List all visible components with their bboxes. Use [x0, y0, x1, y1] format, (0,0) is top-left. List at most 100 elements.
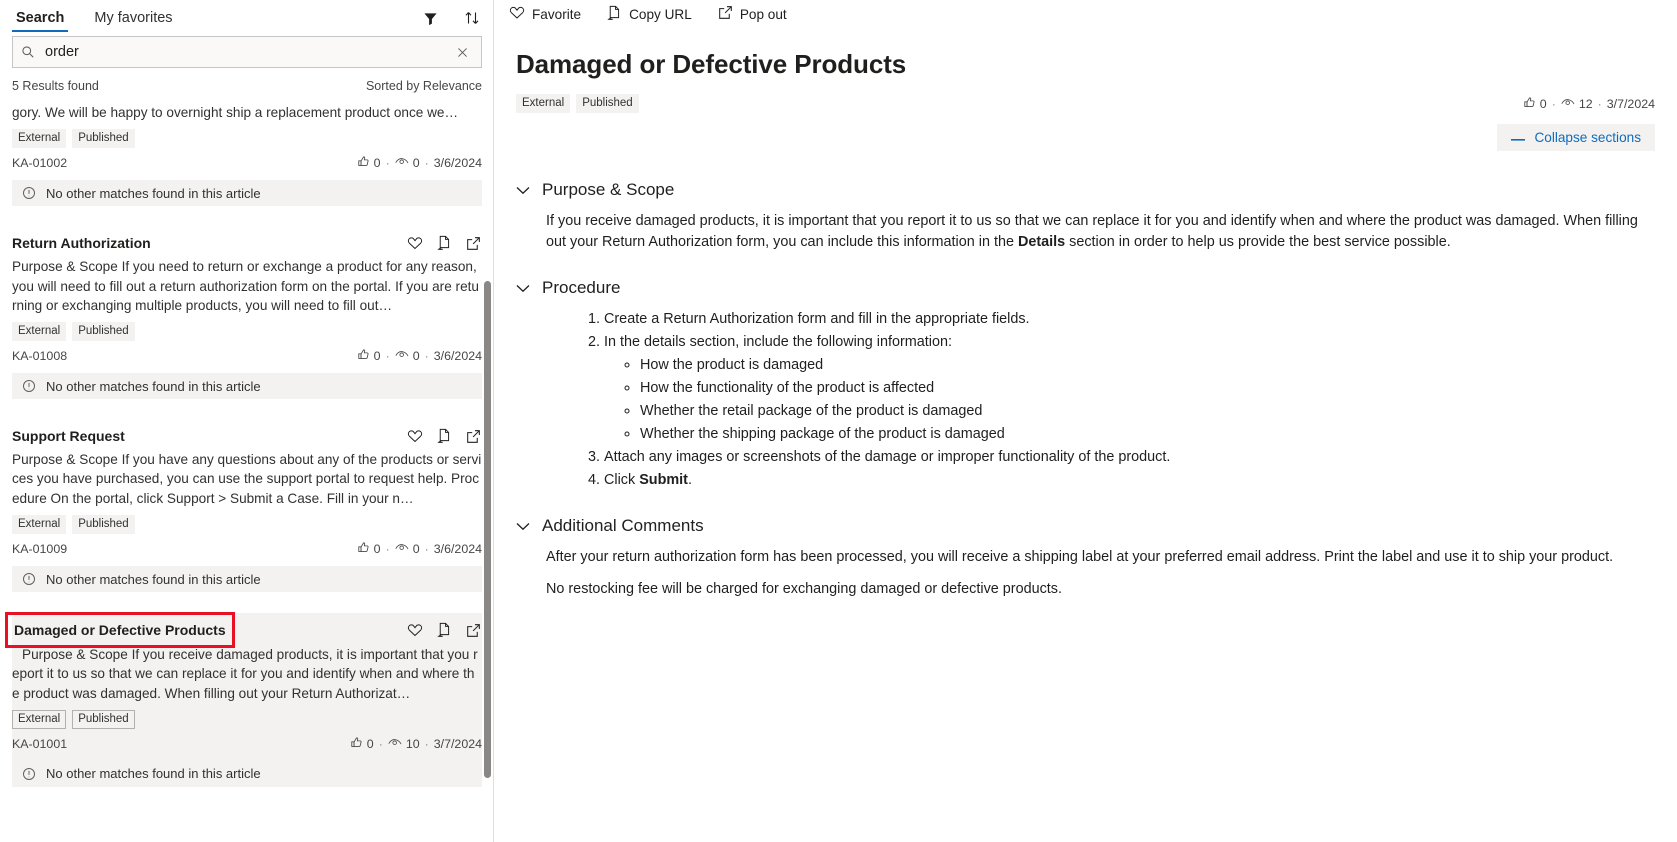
favorite-button[interactable]: Favorite [506, 3, 584, 25]
like-count: 0 [350, 736, 374, 752]
sort-order-label[interactable]: Sorted by Relevance [366, 79, 482, 93]
no-matches-label: No other matches found in this article [46, 571, 261, 587]
section-content: After your return authorization form has… [516, 547, 1655, 600]
article-stats: 0 · 12 · 3/7/2024 [1523, 94, 1655, 112]
tab-search-label: Search [16, 10, 65, 26]
copy-url-icon[interactable] [435, 234, 453, 252]
article-date: 3/7/2024 [1606, 97, 1655, 111]
view-count: 0 [395, 349, 420, 363]
no-matches-banner: No other matches found in this article [12, 373, 482, 400]
article-badges: External Published [516, 94, 639, 113]
like-count-value: 0 [373, 542, 381, 557]
result-date: 3/6/2024 [433, 156, 482, 171]
stat-separator: · [424, 156, 429, 171]
sort-icon[interactable] [462, 8, 482, 28]
section-header[interactable]: Purpose & Scope [516, 175, 1655, 205]
stat-separator: · [385, 156, 390, 171]
result-actions [406, 234, 482, 252]
view-count: 0 [395, 542, 420, 556]
status-badge: External [12, 322, 67, 342]
section-header[interactable]: Procedure [516, 273, 1655, 303]
view-count: 0 [395, 156, 420, 170]
close-icon[interactable] [451, 41, 473, 63]
section-additional-comments: Additional Comments After your return au… [516, 511, 1655, 600]
view-count-value: 10 [405, 736, 420, 751]
result-date: 3/7/2024 [433, 736, 482, 751]
status-badge: External [12, 709, 67, 729]
result-title[interactable]: Damaged or Defective Products [5, 612, 235, 649]
result-date: 3/6/2024 [433, 349, 482, 364]
pop-out-icon[interactable] [464, 234, 482, 252]
thumbs-up-icon [357, 155, 370, 171]
pop-out-icon[interactable] [464, 621, 482, 639]
result-title[interactable]: Support Request [12, 426, 125, 446]
section-content: If you receive damaged products, it is i… [516, 211, 1655, 253]
article-number: KA-01008 [12, 349, 68, 364]
no-matches-label: No other matches found in this article [46, 185, 261, 201]
filter-icon[interactable] [420, 8, 440, 28]
thumbs-up-icon [350, 736, 363, 752]
copy-url-icon[interactable] [435, 621, 453, 639]
left-pane-tabstrip: Search My favorites [0, 0, 494, 32]
results-list[interactable]: gory. We will be happy to overnight ship… [0, 99, 494, 842]
result-stats: 0 · 0 · 3/6/2024 [357, 541, 482, 557]
tab-search[interactable]: Search [12, 10, 69, 32]
list-item[interactable]: Return Authorization Purpose & Scope If … [12, 227, 482, 400]
article-number: KA-01002 [12, 156, 68, 171]
list-item: Create a Return Authorization form and f… [604, 309, 1655, 330]
minus-icon [1511, 130, 1526, 145]
eye-icon [395, 542, 409, 556]
list-item-selected[interactable]: Damaged or Defective Products Purpose & … [5, 612, 482, 787]
tab-my-favorites[interactable]: My favorites [90, 10, 176, 32]
result-footer: KA-01001 0 · 10 · 3/7/2024 [12, 736, 482, 752]
view-count: 10 [388, 737, 420, 751]
result-badges: External Published [12, 515, 482, 535]
like-count: 0 [357, 541, 381, 557]
list-item[interactable]: Support Request Purpose & Scope If you h… [12, 420, 482, 593]
copy-url-icon[interactable] [435, 427, 453, 445]
result-snippet: Purpose & Scope If you need to return or… [12, 259, 479, 313]
no-matches-banner: No other matches found in this article [12, 566, 482, 593]
section-header[interactable]: Additional Comments [516, 511, 1655, 541]
view-count: 12 [1561, 97, 1593, 111]
search-icon [21, 45, 35, 59]
tab-my-favorites-label: My favorites [94, 10, 173, 26]
heart-icon[interactable] [406, 234, 424, 252]
copy-url-button[interactable]: Copy URL [604, 3, 695, 26]
heart-icon[interactable] [406, 621, 424, 639]
stat-separator: · [424, 736, 429, 751]
article-number: KA-01009 [12, 542, 68, 557]
result-title[interactable]: Return Authorization [12, 233, 151, 253]
list-item: Attach any images or screenshots of the … [604, 447, 1655, 468]
list-item-text: In the details section, include the foll… [604, 334, 952, 350]
emphasis: Details [1017, 234, 1066, 250]
result-header: Support Request [12, 420, 482, 446]
list-item[interactable]: gory. We will be happy to overnight ship… [12, 103, 482, 207]
results-scrollbar[interactable] [484, 281, 491, 778]
pop-out-icon[interactable] [464, 427, 482, 445]
list-item: Click Submit. [604, 470, 1655, 491]
collapse-sections-button[interactable]: Collapse sections [1497, 124, 1655, 151]
like-count-value: 0 [373, 156, 381, 171]
status-badge: External [12, 515, 67, 535]
no-matches-banner: No other matches found in this article [12, 180, 482, 207]
section-content: Create a Return Authorization form and f… [516, 309, 1655, 491]
heart-icon[interactable] [406, 427, 424, 445]
info-icon [22, 379, 36, 393]
like-count-value: 0 [1539, 97, 1547, 111]
result-header: Return Authorization [12, 227, 482, 253]
status-badge: Published [576, 94, 639, 113]
collapse-row: Collapse sections [516, 124, 1655, 151]
result-footer: KA-01009 0 · 0 · 3/6/2024 [12, 541, 482, 557]
pop-out-button[interactable]: Pop out [715, 3, 790, 25]
result-stats: 0 · 0 · 3/6/2024 [357, 348, 482, 364]
article-reader-pane: Favorite Copy URL Pop out Damaged or Def… [494, 0, 1677, 842]
like-count: 0 [357, 155, 381, 171]
sub-list-item: Whether the shipping package of the prod… [640, 424, 1655, 445]
search-input[interactable] [43, 43, 443, 61]
collapse-sections-label: Collapse sections [1534, 130, 1641, 145]
article-meta-row: External Published 0 · 12 · 3/7/2024 [516, 94, 1655, 113]
result-date: 3/6/2024 [433, 542, 482, 557]
search-box[interactable] [12, 36, 482, 68]
